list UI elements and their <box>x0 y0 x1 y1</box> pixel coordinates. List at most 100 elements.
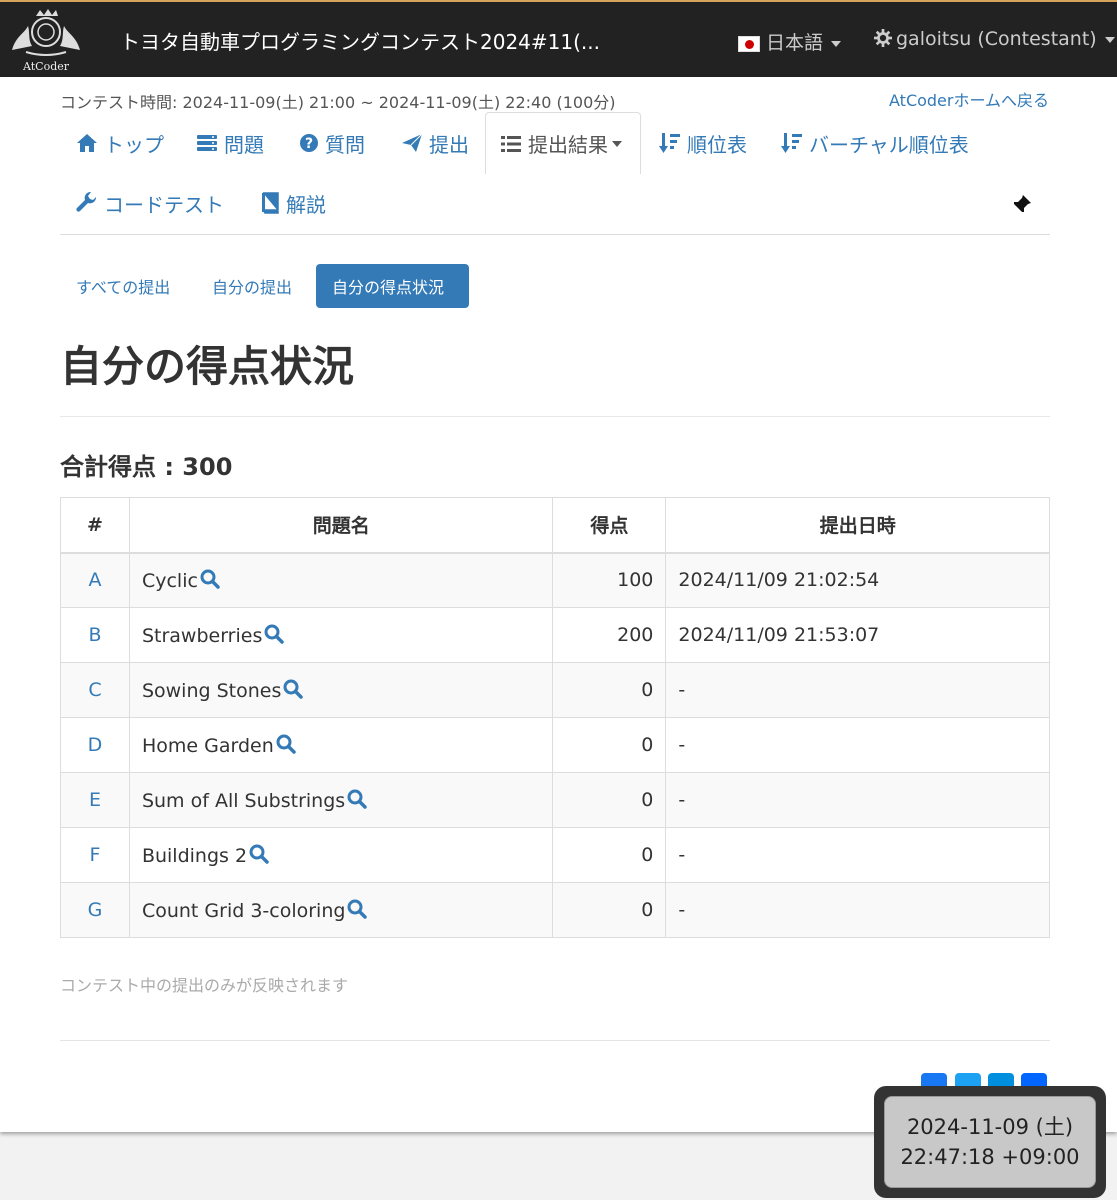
caret-down-icon <box>1104 36 1115 43</box>
gear-icon <box>874 29 892 47</box>
main-panel: コンテスト時間: 2024-11-09(土) 21:00 ~ 2024-11-0… <box>0 77 1117 1132</box>
total-score: 合計得点 : 300 <box>60 453 233 481</box>
submission-time-cell: - <box>665 827 1050 883</box>
clock-display: 2024-11-09 (土) 22:47:18 +09:00 <box>884 1096 1096 1188</box>
tab-tasks-label: 問題 <box>224 132 264 157</box>
nav-divider <box>60 234 1050 235</box>
tab-top-label: トップ <box>104 132 164 157</box>
tab-results[interactable]: 提出結果 <box>485 112 641 174</box>
search-icon[interactable] <box>264 624 285 644</box>
task-name: Buildings 2 <box>141 844 248 867</box>
table-row: C Sowing Stones 0 - <box>60 662 1050 718</box>
search-icon[interactable] <box>200 569 220 589</box>
task-name-cell: Count Grid 3-coloring <box>128 882 554 938</box>
question-circle-icon: ? <box>300 134 318 152</box>
caret-down-icon <box>831 40 842 47</box>
atcoder-home-link[interactable]: AtCoderホームへ戻る <box>889 87 1049 111</box>
sort-amount-icon <box>659 133 680 153</box>
contest-title-link[interactable]: トヨタ自動車プログラミングコンテスト2024#11(... <box>120 26 600 55</box>
score-cell: 0 <box>552 827 667 883</box>
tab-editorial[interactable]: 解説 <box>246 174 340 232</box>
user-dropdown[interactable]: galoitsu (Contestant) <box>874 28 1115 50</box>
search-icon[interactable] <box>347 899 368 919</box>
task-name: Strawberries <box>141 624 263 647</box>
pill-my-submissions[interactable]: 自分の提出 <box>196 264 308 308</box>
tab-editorial-label: 解説 <box>286 192 326 217</box>
submission-time-cell: - <box>665 662 1050 718</box>
book-icon <box>262 192 279 214</box>
submission-time-cell: - <box>665 882 1050 938</box>
tasks-icon <box>197 135 217 151</box>
task-id-link[interactable]: B <box>60 607 130 663</box>
score-cell: 0 <box>552 772 667 828</box>
user-label: galoitsu (Contestant) <box>896 28 1097 50</box>
divider <box>60 416 1050 417</box>
tab-standings[interactable]: 順位表 <box>645 114 761 172</box>
score-cell: 0 <box>552 662 667 718</box>
japan-flag-icon <box>738 35 760 52</box>
language-dropdown[interactable]: 日本語 <box>738 28 842 55</box>
search-icon[interactable] <box>283 679 304 699</box>
tab-tasks[interactable]: 問題 <box>182 114 278 172</box>
table-row: B Strawberries 200 2024/11/09 21:53:07 <box>60 607 1050 663</box>
svg-text:?: ? <box>305 136 313 152</box>
logo-emblem-icon <box>12 9 80 56</box>
task-id-link[interactable]: C <box>60 662 130 718</box>
tab-virtual-standings-label: バーチャル順位表 <box>809 132 969 157</box>
tab-clarifications[interactable]: ? 質問 <box>285 114 379 172</box>
caret-down-icon <box>612 140 622 147</box>
tab-results-label: 提出結果 <box>528 133 608 157</box>
task-name: Cyclic <box>141 569 198 592</box>
search-icon[interactable] <box>347 789 367 809</box>
tab-top[interactable]: トップ <box>62 114 178 172</box>
wrench-icon <box>76 192 97 212</box>
task-name: Home Garden <box>141 734 274 757</box>
task-name: Sum of All Substrings <box>141 789 346 812</box>
pin-icon[interactable] <box>1010 194 1032 220</box>
logo-text: AtCoder <box>22 60 70 73</box>
task-name: Sowing Stones <box>141 679 282 702</box>
table-row: D Home Garden 0 - <box>60 717 1050 773</box>
contest-time: コンテスト時間: 2024-11-09(土) 21:00 ~ 2024-11-0… <box>60 93 616 112</box>
list-icon <box>501 135 521 152</box>
search-icon[interactable] <box>276 734 296 754</box>
clock-time: 22:47:18 +09:00 <box>900 1145 1080 1169</box>
task-id-link[interactable]: E <box>60 772 130 828</box>
col-header-task: 問題名 <box>128 497 554 554</box>
score-cell: 0 <box>552 717 667 773</box>
score-cell: 200 <box>552 607 667 663</box>
submission-time-cell: - <box>665 772 1050 828</box>
submission-time-cell: 2024/11/09 21:02:54 <box>665 552 1050 608</box>
tab-standings-label: 順位表 <box>687 132 747 157</box>
pill-my-score[interactable]: 自分の得点状況 <box>316 264 469 308</box>
pill-all-submissions[interactable]: すべての提出 <box>60 264 186 308</box>
search-icon[interactable] <box>249 844 269 864</box>
atcoder-logo[interactable]: AtCoder <box>6 6 86 74</box>
table-row: G Count Grid 3-coloring 0 - <box>60 882 1050 938</box>
table-row: F Buildings 2 0 - <box>60 827 1050 883</box>
task-id-link[interactable]: D <box>60 717 130 773</box>
task-name-cell: Strawberries <box>128 607 554 663</box>
submission-time-cell: - <box>665 717 1050 773</box>
divider <box>60 1040 1050 1041</box>
task-name-cell: Home Garden <box>128 717 554 773</box>
tab-virtual-standings[interactable]: バーチャル順位表 <box>767 114 983 172</box>
task-name-cell: Cyclic <box>128 552 554 608</box>
task-name-cell: Buildings 2 <box>128 827 554 883</box>
task-name-cell: Sowing Stones <box>128 662 554 718</box>
tab-code-test[interactable]: コードテスト <box>62 174 238 232</box>
col-header-score: 得点 <box>552 497 667 554</box>
col-header-time: 提出日時 <box>665 497 1050 554</box>
task-id-link[interactable]: F <box>60 827 130 883</box>
score-cell: 0 <box>552 882 667 938</box>
tab-code-test-label: コードテスト <box>104 192 224 217</box>
tab-submit-label: 提出 <box>429 132 469 157</box>
tab-submit[interactable]: 提出 <box>387 114 483 172</box>
top-navbar: AtCoder トヨタ自動車プログラミングコンテスト2024#11(... 日本… <box>0 0 1117 77</box>
score-cell: 100 <box>552 552 667 608</box>
score-table: # 問題名 得点 提出日時 A Cyclic 100 2024/11/09 21… <box>60 497 1050 938</box>
task-id-link[interactable]: G <box>60 882 130 938</box>
clock-date: 2024-11-09 (土) <box>906 1115 1074 1139</box>
table-header-row: # 問題名 得点 提出日時 <box>60 497 1050 554</box>
task-id-link[interactable]: A <box>60 552 130 608</box>
